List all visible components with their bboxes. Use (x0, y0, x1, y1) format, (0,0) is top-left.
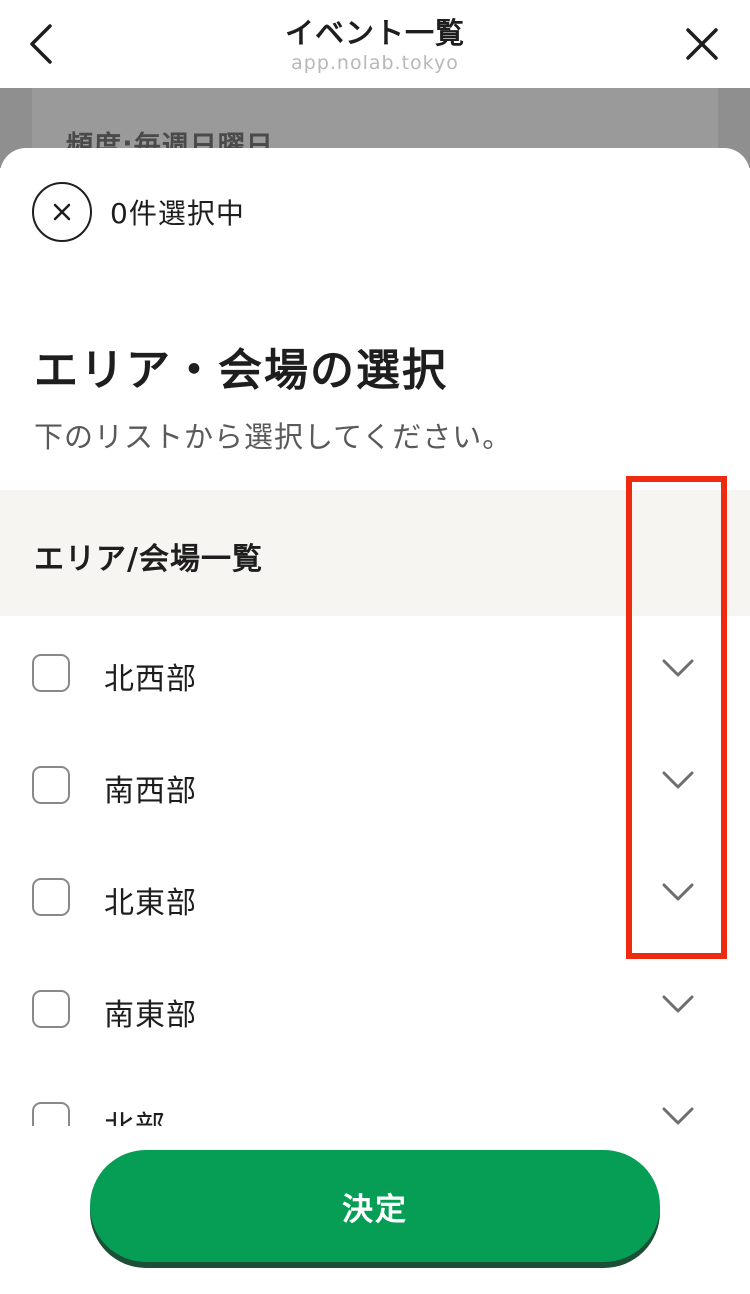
area-label: 南東部 (104, 998, 197, 1033)
area-label: 北東部 (104, 886, 197, 921)
clear-selection-icon (53, 203, 71, 221)
area-checkbox[interactable] (32, 878, 70, 916)
area-checkbox[interactable] (32, 990, 70, 1028)
area-label: 北部 (104, 1102, 166, 1126)
page-url: app.nolab.tokyo (291, 52, 459, 74)
browser-header: イベント一覧 app.nolab.tokyo (0, 0, 750, 88)
page-title: イベント一覧 (284, 16, 465, 50)
sheet-heading: エリア・会場の選択 (34, 345, 448, 396)
area-checkbox[interactable] (32, 1102, 70, 1126)
list-header-label: エリア/会場一覧 (34, 542, 263, 577)
list-item[interactable]: 南東部 (0, 952, 750, 1064)
area-label: 南西部 (104, 774, 197, 809)
area-label: 北西部 (104, 662, 197, 697)
selection-summary: 0件選択中 (32, 182, 245, 242)
chevron-down-icon[interactable] (660, 1104, 696, 1126)
close-icon[interactable] (682, 24, 722, 64)
highlight-box (626, 476, 727, 959)
chevron-down-icon[interactable] (660, 992, 696, 1016)
list-item[interactable]: 北部 (0, 1064, 750, 1126)
area-checkbox[interactable] (32, 766, 70, 804)
sheet-instruction: 下のリストから選択してください。 (34, 420, 513, 454)
clear-selection-button[interactable] (32, 182, 92, 242)
area-checkbox[interactable] (32, 654, 70, 692)
decide-button[interactable]: 決定 (90, 1150, 660, 1262)
selected-count: 0件選択中 (110, 197, 245, 230)
